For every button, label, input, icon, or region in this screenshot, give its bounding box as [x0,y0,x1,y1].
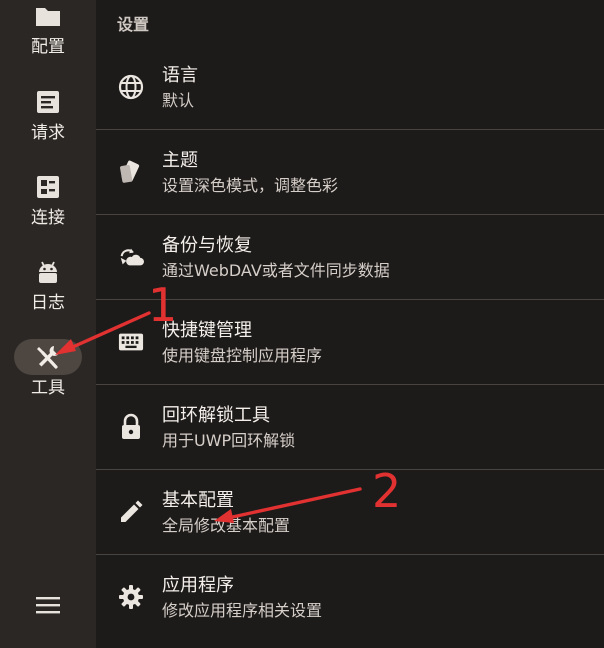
sidebar-item-label: 工具 [31,378,65,398]
sidebar-item-tools[interactable]: 工具 [0,339,96,419]
lock-icon [122,413,140,439]
sidebar-item-label: 配置 [31,37,65,57]
tools-icon [37,346,60,369]
item-subtitle: 默认 [162,91,195,110]
settings-item-language[interactable]: 语言 默认 [96,45,604,129]
item-title: 备份与恢复 [162,235,252,256]
sidebar-item-config[interactable]: 配置 [0,0,96,78]
item-subtitle: 全局修改基本配置 [162,516,291,535]
sidebar-item-label: 请求 [31,123,65,143]
item-subtitle: 通过WebDAV或者文件同步数据 [162,261,390,280]
gear-icon [119,585,143,609]
sidebar-item-requests[interactable]: 请求 [0,84,96,164]
settings-item-basic-config[interactable]: 基本配置 全局修改基本配置 [96,470,604,554]
sidebar-item-label: 日志 [31,293,65,313]
item-title: 回环解锁工具 [162,405,270,426]
item-subtitle: 用于UWP回环解锁 [162,431,296,450]
sidebar-item-connections[interactable]: 连接 [0,169,96,249]
item-title: 基本配置 [162,490,234,511]
android-icon [39,261,57,283]
hamburger-menu-icon [36,597,60,614]
keyboard-icon [118,333,144,351]
item-subtitle: 修改应用程序相关设置 [162,601,323,620]
app-window: 配置 请求 连接 日志 工具 设置 语言 默认 主题 设置深色模式，调整色彩 备… [0,0,604,648]
item-subtitle: 使用键盘控制应用程序 [162,346,323,365]
item-title: 语言 [162,65,198,86]
item-title: 应用程序 [162,575,234,596]
section-title: 设置 [117,15,150,34]
palette-cards-icon [120,160,140,183]
item-title: 主题 [162,150,198,171]
settings-item-application[interactable]: 应用程序 修改应用程序相关设置 [96,555,604,639]
annotation-marker-2: 2 [372,464,402,518]
settings-item-loopback-unlock[interactable]: 回环解锁工具 用于UWP回环解锁 [96,385,604,469]
cloud-sync-icon [120,248,144,266]
hamburger-menu-button[interactable] [30,590,66,620]
pencil-icon [121,500,143,522]
grid-icon [37,176,59,198]
globe-icon [118,74,144,100]
document-icon [37,91,59,113]
sidebar-item-logs[interactable]: 日志 [0,254,96,334]
active-indicator [14,339,82,375]
sidebar-nav: 配置 请求 连接 日志 工具 [0,0,96,648]
item-subtitle: 设置深色模式，调整色彩 [162,176,339,195]
settings-item-theme[interactable]: 主题 设置深色模式，调整色彩 [96,130,604,214]
sidebar-item-label: 连接 [31,208,65,228]
annotation-marker-1: 1 [148,278,178,332]
folder-icon [36,8,60,26]
